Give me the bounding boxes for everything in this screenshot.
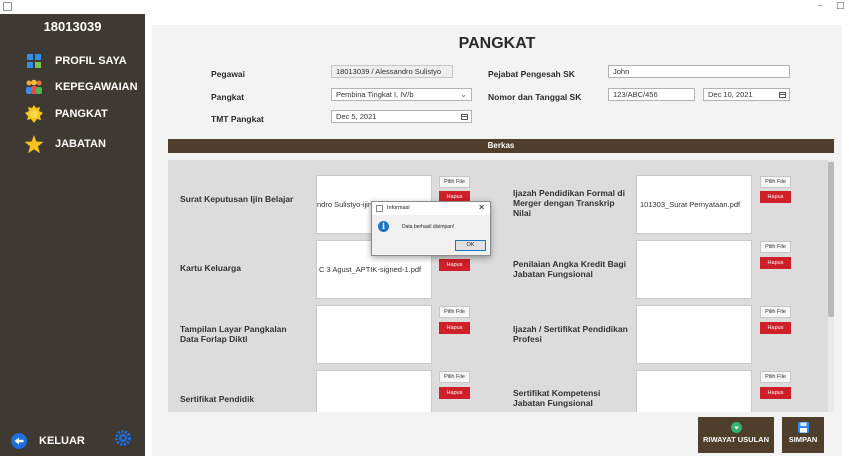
doc-file-box xyxy=(316,305,432,364)
tmt-date-field[interactable]: Dec 5, 2021 xyxy=(331,110,472,123)
sidebar-item-kepegawaian[interactable]: KEPEGAWAIAN xyxy=(0,76,145,98)
main-content: PANGKAT Pegawai 18013039 / Alessandro Su… xyxy=(152,25,842,456)
delete-file-button[interactable]: Hapus xyxy=(439,322,470,334)
close-icon[interactable]: ✕ xyxy=(478,203,485,212)
doc-file-box xyxy=(636,305,752,364)
pejabat-value: John xyxy=(613,67,630,76)
pangkat-select[interactable]: Pembina Tingkat I, IV/b ⌄ xyxy=(331,88,472,101)
minimize-button[interactable]: – xyxy=(818,1,823,11)
dialog-title: Informasi xyxy=(387,205,410,211)
doc-file-name: ndro Sulistyo-ijin xyxy=(317,200,373,209)
pegawai-field: 18013039 / Alessandro Sulistyo xyxy=(331,65,453,78)
pick-file-button[interactable]: Pilih File xyxy=(760,176,791,188)
berkas-list: Surat Keputusan Ijin Belajar ndro Sulist… xyxy=(168,160,828,412)
sidebar-item-label: PROFIL SAYA xyxy=(55,55,127,67)
logout-button[interactable]: KELUAR xyxy=(0,430,85,452)
profile-icon xyxy=(24,51,44,71)
dialog-message: Data berhasil disimpan! xyxy=(402,224,455,230)
star-icon xyxy=(24,134,44,154)
doc-label: Ijazah / Sertifikat Pendidikan Profesi xyxy=(513,324,628,344)
nomor-sk-field[interactable]: 123/ABC/456 xyxy=(608,88,695,101)
simpan-button[interactable]: SIMPAN xyxy=(782,417,824,453)
info-dialog: Informasi ✕ i Data berhasil disimpan! OK xyxy=(371,201,491,256)
doc-file-box xyxy=(636,370,752,412)
pick-file-button[interactable]: Pilih File xyxy=(760,241,791,253)
tmt-label: TMT Pangkat xyxy=(211,114,264,124)
calendar-icon[interactable] xyxy=(461,114,468,120)
pick-file-button[interactable]: Pilih File xyxy=(439,306,470,318)
gear-icon[interactable] xyxy=(115,430,131,446)
chevron-down-icon: ⌄ xyxy=(460,90,467,99)
doc-file-box xyxy=(636,240,752,299)
sidebar: 18013039 PROFIL SAYA KEPEGAWAIAN PANGKAT… xyxy=(0,14,145,456)
maximize-button[interactable]: □ xyxy=(836,1,845,11)
sidebar-item-label: KEPEGAWAIAN xyxy=(55,81,138,93)
doc-label: Sertifikat Pendidik xyxy=(180,394,255,404)
pejabat-field[interactable]: John xyxy=(608,65,790,78)
dialog-body: i Data berhasil disimpan! OK xyxy=(372,215,490,255)
badge-icon xyxy=(24,104,44,124)
delete-file-button[interactable]: Hapus xyxy=(760,322,791,334)
info-icon: i xyxy=(378,221,389,232)
pegawai-label: Pegawai xyxy=(211,69,246,79)
window-titlebar: – □ xyxy=(0,0,849,14)
berkas-header: Berkas xyxy=(168,139,834,153)
pick-file-button[interactable]: Pilih File xyxy=(439,176,470,188)
delete-file-button[interactable]: Hapus xyxy=(439,387,470,399)
riwayat-usulan-label: RIWAYAT USULAN xyxy=(703,435,769,444)
delete-file-button[interactable]: Hapus xyxy=(760,257,791,269)
save-icon xyxy=(797,422,809,433)
people-icon xyxy=(24,77,44,97)
sidebar-item-pangkat[interactable]: PANGKAT xyxy=(0,103,145,125)
delete-file-button[interactable]: Hapus xyxy=(439,259,470,271)
tanggal-sk-field[interactable]: Dec 10, 2021 xyxy=(703,88,790,101)
pegawai-value: 18013039 / Alessandro Sulistyo xyxy=(336,67,442,76)
doc-label: Tampilan Layar Pangkalan Data Forlap Dik… xyxy=(180,324,287,344)
ok-button[interactable]: OK xyxy=(455,240,486,251)
doc-label: Penilaian Angka Kredit Bagi Jabatan Fung… xyxy=(513,259,627,279)
app-icon xyxy=(3,2,12,11)
sidebar-item-profil-saya[interactable]: PROFIL SAYA xyxy=(0,50,145,72)
doc-file-name: 101303_Surat Pernyataan.pdf xyxy=(640,200,741,209)
sidebar-item-label: PANGKAT xyxy=(55,108,108,120)
arrow-left-icon xyxy=(11,431,27,451)
sidebar-item-jabatan[interactable]: JABATAN xyxy=(0,133,145,155)
dialog-titlebar: Informasi ✕ xyxy=(372,202,490,215)
pangkat-label: Pangkat xyxy=(211,92,245,102)
simpan-label: SIMPAN xyxy=(788,435,818,444)
scrollbar-thumb[interactable] xyxy=(828,162,834,317)
pick-file-button[interactable]: Pilih File xyxy=(760,306,791,318)
download-icon xyxy=(730,422,742,433)
page-title: PANGKAT xyxy=(458,35,536,52)
doc-file-box: 101303_Surat Pernyataan.pdf xyxy=(636,175,752,234)
doc-label: Sertifikat Kompetensi Jabatan Fungsional xyxy=(513,388,601,408)
delete-file-button[interactable]: Hapus xyxy=(760,387,791,399)
pejabat-label: Pejabat Pengesah SK xyxy=(488,69,575,79)
pick-file-button[interactable]: Pilih File xyxy=(760,371,791,383)
sidebar-item-label: JABATAN xyxy=(55,138,106,150)
doc-label: Surat Keputusan Ijin Belajar xyxy=(180,194,294,204)
tanggal-sk-value: Dec 10, 2021 xyxy=(708,90,753,99)
doc-label: Kartu Keluarga xyxy=(180,263,241,273)
pangkat-value: Pembina Tingkat I, IV/b xyxy=(336,90,414,99)
riwayat-usulan-button[interactable]: RIWAYAT USULAN xyxy=(698,417,774,453)
user-id: 18013039 xyxy=(43,19,102,34)
pick-file-button[interactable]: Pilih File xyxy=(439,371,470,383)
calendar-icon[interactable] xyxy=(779,92,786,98)
app-icon xyxy=(376,205,383,212)
logout-label: KELUAR xyxy=(39,435,85,447)
nomor-sk-value: 123/ABC/456 xyxy=(613,90,658,99)
doc-file-name: C 3 Agust_APTIK-signed-1.pdf xyxy=(319,265,422,274)
delete-file-button[interactable]: Hapus xyxy=(760,191,791,203)
doc-label: Ijazah Pendidikan Formal di Merger denga… xyxy=(513,188,625,218)
nomor-tanggal-label: Nomor dan Tanggal SK xyxy=(488,92,582,102)
doc-file-box xyxy=(316,370,432,412)
tmt-value: Dec 5, 2021 xyxy=(336,112,377,121)
